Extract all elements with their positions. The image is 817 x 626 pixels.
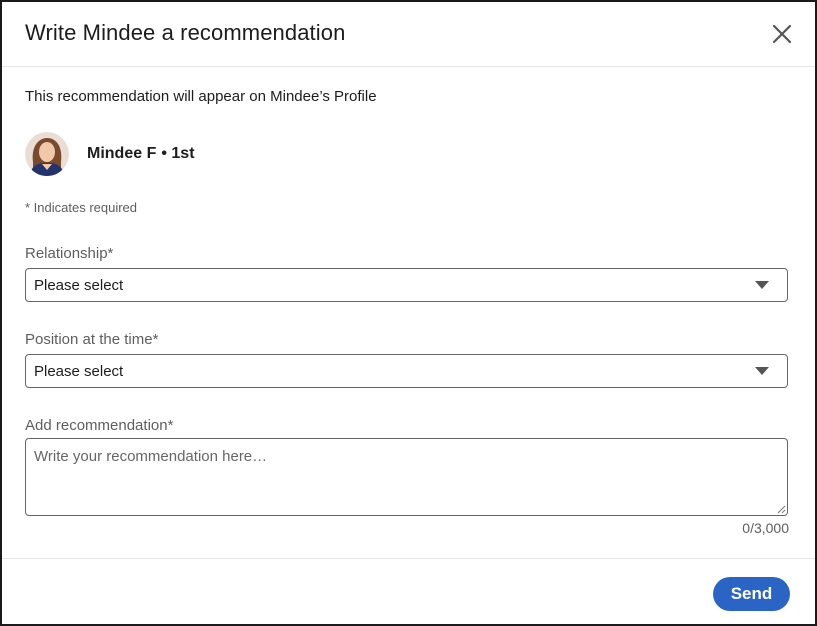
relationship-select[interactable]: Please select bbox=[25, 268, 788, 302]
position-select[interactable]: Please select bbox=[25, 354, 788, 388]
caret-down-icon bbox=[755, 281, 769, 289]
recipient-name: Mindee F bbox=[87, 145, 157, 162]
send-button[interactable]: Send bbox=[713, 577, 790, 611]
dialog-title: Write Mindee a recommendation bbox=[25, 20, 346, 45]
avatar-photo bbox=[25, 132, 69, 176]
connection-degree: • 1st bbox=[161, 145, 195, 162]
recipient: Mindee F • 1st bbox=[25, 132, 195, 176]
intro-text: This recommendation will appear on Minde… bbox=[25, 88, 377, 105]
avatar bbox=[25, 132, 69, 176]
close-icon bbox=[772, 24, 792, 44]
recommendation-placeholder: Write your recommendation here… bbox=[34, 448, 268, 465]
relationship-value: Please select bbox=[34, 277, 124, 294]
recommendation-textarea[interactable]: Write your recommendation here… bbox=[25, 438, 788, 516]
close-button[interactable] bbox=[769, 21, 795, 47]
position-label: Position at the time* bbox=[25, 331, 159, 348]
relationship-label: Relationship* bbox=[25, 245, 114, 262]
position-value: Please select bbox=[34, 363, 124, 380]
required-note: * Indicates required bbox=[25, 200, 138, 215]
character-counter: 0/3,000 bbox=[742, 520, 789, 536]
caret-down-icon bbox=[755, 367, 769, 375]
recommendation-dialog: Write Mindee a recommendation This recom… bbox=[0, 0, 817, 626]
resize-grip-icon[interactable] bbox=[776, 504, 786, 514]
dialog-footer: Send bbox=[2, 558, 815, 624]
recommendation-label: Add recommendation* bbox=[25, 417, 174, 434]
dialog-header: Write Mindee a recommendation bbox=[2, 2, 815, 67]
